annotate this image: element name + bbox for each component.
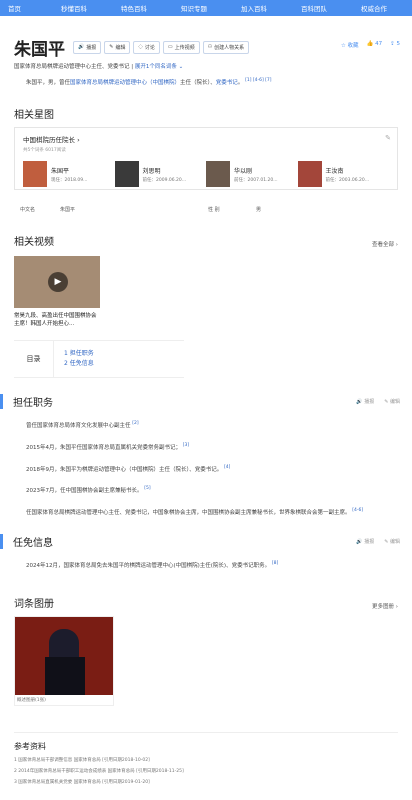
create-relation-button[interactable]: ⚇ 创建人物关系 (202, 40, 250, 54)
upload-icon: ▭ (167, 44, 173, 50)
duty-paragraph: 2015年4月，朱国平任国家体育总局直属机关党委常务副书记； [3] (26, 442, 190, 451)
page-title: 朱国平 (14, 39, 65, 60)
entry-summary: 朱国平，男，曾任国家体育总局棋牌运动管理中心（中国棋院）主任（院长）、党委书记。… (26, 78, 272, 86)
appoint-listen-button[interactable]: 🔊 播报 (356, 538, 374, 545)
nav-cooperation[interactable]: 权威合作 (344, 3, 404, 13)
nav-join[interactable]: 加入百科 (224, 3, 284, 13)
duties-title: 担任职务 (13, 398, 53, 409)
appoint-paragraph: 2024年12月，国家体育总局免去朱国平的棋牌运动管理中心(中国棋院)主任(院长… (26, 561, 279, 569)
top-nav: 首页 秒懂百科 特色百科 知识专题 加入百科 百科团队 权威合作 (0, 0, 412, 16)
basic-info: 中文名 朱国平 性 别 男 (20, 207, 262, 213)
references: 参考资料 1 国家体育总局干部调整信息 国家体育总局 [引用日期2018-10-… (14, 731, 398, 785)
video-thumbnail[interactable]: ▶ (14, 256, 100, 308)
nav-miaodong[interactable]: 秒懂百科 (44, 3, 104, 13)
duties-header: 担任职务 🔊 播报 ✎ 编辑 (0, 394, 400, 409)
party-secretary-link[interactable]: 党委书记 (216, 80, 238, 86)
more-albums-link[interactable]: 更多图册 › (372, 602, 398, 610)
duties-edit-button[interactable]: ✎ 编辑 (384, 398, 400, 405)
references-title: 参考资料 (14, 741, 46, 751)
nav-home[interactable]: 首页 (8, 3, 44, 13)
album-caption: 概述图册(1张) (17, 697, 46, 703)
reference-item[interactable]: 2 2014年国家体育总局干部职工运动会成绩表 国家体育总局 [引用日期2018… (14, 768, 398, 774)
comment-icon: ◌ (138, 44, 143, 50)
video-caption[interactable]: 常昊九段、高盈出任中国围棋协会主席！韩国人开始担心... (14, 312, 100, 328)
album-card[interactable]: 概述图册(1张) (14, 615, 114, 706)
duty-paragraph: 任国家体育总局棋牌运动管理中心主任、党委书记，中国象棋协会主席，中国围棋协会副主… (26, 508, 364, 517)
toc-item-appointments[interactable]: 2 任免信息 (64, 359, 94, 369)
duty-paragraph: 曾任国家体育总局体育文化发展中心副主任 [2] (26, 421, 139, 429)
nav-topics[interactable]: 知识专题 (164, 3, 224, 13)
album-title: 词条图册 (14, 598, 54, 610)
play-icon: ▶ (48, 272, 68, 292)
star-map-title: 相关星图 (14, 110, 54, 121)
reference-item[interactable]: 1 国家体育总局干部调整信息 国家体育总局 [引用日期2018-10-02] (14, 757, 398, 763)
duty-paragraph: 2023年7月，任中国围棋协会副主席兼秘书长。 [5] (26, 486, 151, 495)
videos-title: 相关视频 (14, 237, 54, 248)
view-all-videos-link[interactable]: 查看全部 › (372, 240, 398, 248)
table-of-contents: 目录 1 担任职务 2 任免信息 (14, 340, 184, 378)
appoint-title: 任免信息 (13, 538, 53, 550)
speaker-icon: 🔊 (78, 44, 85, 50)
toc-label: 目录 (14, 341, 54, 377)
entry-description: 国家体育总局棋牌运动管理中心主任、党委书记 | 展开1个同名词条 ⌄ (14, 64, 184, 70)
person-photo (297, 161, 322, 187)
expand-homonyms-link[interactable]: 展开1个同名词条 (135, 64, 177, 70)
person-photo (114, 161, 139, 187)
album-header: 词条图册 更多图册 › (14, 595, 398, 610)
person-list: 朱国平 现任：2018.09... 刘思明 前任：2009.06.20... 华以刚… (23, 161, 389, 187)
center-link[interactable]: 国家体育总局棋牌运动管理中心（中国棋院） (70, 80, 180, 86)
edit-button[interactable]: ✎ 编辑 (104, 40, 131, 54)
star-map-meta: 共5个词条 6017阅读 (23, 148, 66, 153)
person-item[interactable]: 王汝南 前任：2003.06.20... (297, 161, 390, 187)
chevron-right-icon: › (77, 136, 80, 144)
appoint-edit-button[interactable]: ✎ 编辑 (384, 538, 400, 545)
nav-special[interactable]: 特色百科 (104, 3, 164, 13)
pencil-icon: ✎ (109, 44, 114, 50)
discuss-button[interactable]: ◌ 讨论 (133, 40, 160, 54)
person-photo (206, 161, 230, 187)
star-map-head: 中国棋院历任院长 › (23, 136, 80, 144)
person-body (45, 656, 85, 695)
reference-item[interactable]: 3 国家体育总局直属机关党委 国家体育总局 [引用日期2019-01-20] (14, 779, 398, 785)
chevron-down-icon: ⌄ (178, 64, 184, 70)
summary-refs[interactable]: [1] [4-6] [7] (245, 78, 271, 83)
pencil-icon[interactable]: ✎ (385, 134, 391, 142)
video-header: 相关视频 查看全部 › (14, 213, 398, 248)
duties-listen-button[interactable]: 🔊 播报 (356, 398, 374, 405)
person-photo (23, 161, 47, 187)
person-item[interactable]: 华以刚 前任：2007.01.20... (206, 161, 298, 187)
toc-item-duties[interactable]: 1 担任职务 (64, 349, 94, 359)
person-item[interactable]: 朱国平 现任：2018.09... (23, 161, 115, 187)
person-item[interactable]: 刘思明 前任：2009.06.20... (114, 161, 207, 187)
nav-team[interactable]: 百科团队 (284, 3, 344, 13)
duty-paragraph: 2018年9月，朱国平为棋牌运动管理中心（中国棋院）主任（院长）、党委书记。 [… (26, 464, 231, 473)
album-image (15, 616, 113, 695)
star-map-card[interactable]: 中国棋院历任院长 › 共5个词条 6017阅读 ✎ 朱国平 现任：2018.09.… (14, 127, 398, 190)
listen-button[interactable]: 🔊 播报 (73, 40, 102, 54)
appoint-header: 任免信息 🔊 播报 ✎ 编辑 (0, 534, 400, 550)
relation-icon: ⚇ (207, 44, 213, 50)
upload-video-button[interactable]: ▭ 上传视频 (162, 40, 200, 54)
